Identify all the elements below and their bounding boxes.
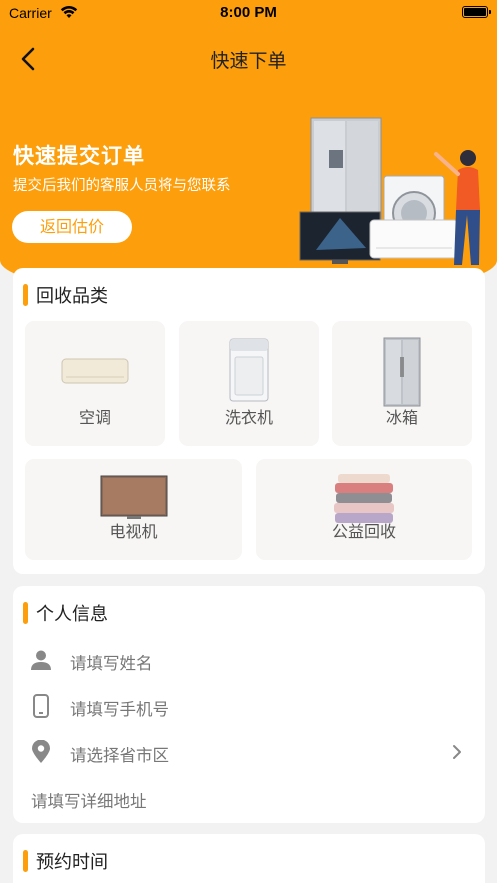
section-accent-bar: [23, 602, 28, 624]
category-card: 回收品类 空调 洗衣机 冰箱 电视机 公益回收: [13, 268, 485, 574]
personal-section-header: 个人信息: [23, 601, 108, 625]
status-time: 8:00 PM: [220, 4, 277, 21]
category-label: 洗衣机: [224, 408, 273, 427]
category-air-conditioner[interactable]: 空调: [25, 321, 165, 446]
category-refrigerator[interactable]: 冰箱: [332, 321, 472, 446]
address-field[interactable]: 请填写详细地址: [13, 776, 485, 820]
appointment-section-title: 预约时间: [36, 852, 108, 873]
category-label: 冰箱: [385, 408, 418, 427]
appointment-section-header: 预约时间: [23, 849, 108, 873]
section-accent-bar: [23, 850, 28, 872]
region-selector[interactable]: 请选择省市区: [13, 730, 485, 774]
category-label: 空调: [78, 408, 111, 427]
battery-icon: [462, 6, 491, 18]
hero-banner: Carrier 8:00 PM 快速下单 快速提交订单 提交后我们的客服人员将与…: [0, 0, 497, 300]
region-placeholder: 请选择省市区: [70, 746, 169, 765]
refrigerator-icon: [383, 337, 421, 407]
television-icon: [100, 475, 167, 519]
personal-info-card: 个人信息 请填写姓名 请填写手机号 请选择省市区 请填写详细地址: [13, 586, 485, 823]
category-television[interactable]: 电视机: [25, 459, 242, 560]
section-accent-bar: [23, 284, 28, 306]
phone-icon: [33, 694, 49, 718]
category-section-header: 回收品类: [23, 283, 108, 307]
name-placeholder: 请填写姓名: [70, 654, 153, 673]
category-washing-machine[interactable]: 洗衣机: [179, 321, 319, 446]
back-to-estimate-button[interactable]: 返回估价: [12, 211, 132, 243]
personal-section-title: 个人信息: [36, 604, 108, 625]
air-conditioner-icon: [61, 358, 129, 384]
address-placeholder: 请填写详细地址: [31, 792, 147, 811]
washing-machine-icon: [229, 338, 269, 402]
phone-placeholder: 请填写手机号: [70, 700, 169, 719]
category-label: 电视机: [109, 522, 158, 541]
hero-subtitle: 提交后我们的客服人员将与您联系: [13, 178, 231, 194]
appointment-card: 预约时间: [13, 834, 485, 883]
person-icon: [31, 650, 51, 670]
category-section-title: 回收品类: [36, 286, 108, 307]
phone-field[interactable]: 请填写手机号: [13, 684, 485, 728]
category-charity-recycling[interactable]: 公益回收: [256, 459, 472, 560]
appliances-illustration: [299, 117, 480, 265]
clothes-pile-icon: [334, 474, 394, 523]
chevron-right-icon: [453, 745, 461, 759]
hero-title: 快速提交订单: [13, 144, 145, 168]
name-field[interactable]: 请填写姓名: [13, 638, 485, 682]
page-title: 快速下单: [210, 50, 287, 72]
category-label: 公益回收: [331, 522, 396, 541]
status-bar: Carrier 8:00 PM: [0, 0, 497, 26]
location-pin-icon: [32, 740, 50, 763]
